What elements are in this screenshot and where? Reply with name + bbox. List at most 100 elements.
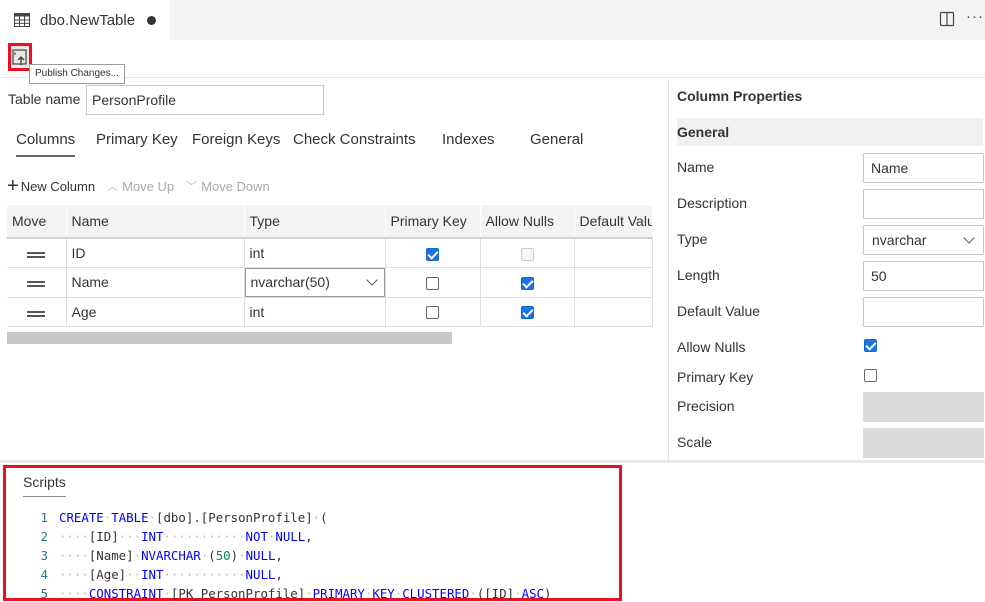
- property-label: Allow Nulls: [677, 339, 746, 355]
- code-line[interactable]: 1 CREATE·TABLE·[dbo].[PersonProfile]·(: [26, 508, 551, 527]
- line-number: 1: [40, 510, 48, 525]
- cell-default[interactable]: [574, 238, 653, 268]
- line-number: 2: [40, 529, 48, 544]
- code-token: ASC: [521, 586, 544, 601]
- editor-tab[interactable]: dbo.NewTable: [0, 0, 170, 40]
- table-row[interactable]: Name nvarchar(50): [7, 267, 653, 298]
- table-row[interactable]: ID int: [7, 238, 653, 268]
- drag-handle-icon[interactable]: [27, 310, 46, 317]
- tab-check-constraints[interactable]: Check Constraints: [293, 131, 416, 157]
- move-down-button[interactable]: ﹀ Move Down: [186, 178, 270, 194]
- code-token: NVARCHAR: [141, 548, 201, 563]
- more-actions-icon[interactable]: ···: [966, 8, 984, 25]
- tab-foreign-keys[interactable]: Foreign Keys: [192, 131, 280, 157]
- properties-group-header[interactable]: General: [677, 118, 983, 146]
- allow-nulls-checkbox: [520, 247, 534, 261]
- table-row[interactable]: Age int: [7, 297, 653, 327]
- code-token: [Age]: [88, 567, 127, 582]
- horizontal-scrollbar[interactable]: [7, 332, 452, 344]
- new-column-button[interactable]: + New Column: [7, 176, 95, 196]
- chevron-down-icon: ﹀: [186, 181, 198, 193]
- property-label: Description: [677, 195, 748, 211]
- code-line[interactable]: 2 ····[ID]···INT···········NOT·NULL,: [26, 527, 551, 546]
- code-token: NULL: [245, 567, 276, 582]
- whitespace-marker: ·: [469, 586, 477, 601]
- move-down-label: Move Down: [201, 178, 270, 194]
- cell-type[interactable]: int: [244, 297, 386, 327]
- drag-handle-icon[interactable]: [27, 281, 46, 287]
- primary-key-checkbox[interactable]: [426, 247, 439, 261]
- whitespace-marker: ·: [514, 586, 522, 601]
- code-token: [ID]: [88, 529, 119, 544]
- code-token: (: [208, 548, 216, 563]
- tab-columns[interactable]: Columns: [16, 131, 76, 157]
- property-allow-nulls: Allow Nulls: [677, 333, 983, 365]
- property-default-value-input[interactable]: [863, 297, 984, 327]
- designer-tabs: Columns Primary Key Foreign Keys Check C…: [0, 131, 668, 161]
- split-editor-icon[interactable]: [939, 11, 955, 27]
- chevron-down-icon: [365, 274, 378, 286]
- grid-header-row: Move Name Type Primary Key Allow Nulls D…: [7, 205, 653, 239]
- tab-indexes[interactable]: Indexes: [442, 131, 495, 157]
- code-token: NULL: [245, 548, 276, 563]
- code-token: ([ID]: [476, 586, 515, 601]
- unsaved-indicator-icon[interactable]: [147, 15, 157, 25]
- code-line[interactable]: 3 ····[Name]·NVARCHAR·(50)·NULL,: [26, 546, 551, 565]
- property-label: Name: [677, 159, 715, 175]
- script-editor[interactable]: 1 CREATE·TABLE·[dbo].[PersonProfile]·(2 ··…: [26, 508, 552, 602]
- property-type-dropdown[interactable]: nvarchar: [863, 225, 984, 255]
- property-allow-nulls-checkbox[interactable]: [864, 339, 877, 352]
- primary-key-checkbox[interactable]: [426, 306, 439, 320]
- code-token: KEY: [372, 586, 395, 601]
- code-token: CONSTRAINT: [88, 586, 164, 601]
- property-name-input[interactable]: [863, 153, 984, 183]
- cell-name[interactable]: Age: [66, 297, 245, 327]
- whitespace-marker: ···········: [163, 529, 246, 544]
- cell-type[interactable]: int: [244, 238, 386, 268]
- property-description-input[interactable]: [863, 189, 984, 219]
- header-default-value: Default Valu: [574, 205, 653, 239]
- whitespace-marker: ····: [59, 586, 89, 601]
- drag-handle-icon[interactable]: [27, 251, 46, 258]
- cell-name[interactable]: ID: [66, 238, 245, 268]
- cell-default[interactable]: [574, 267, 653, 298]
- cell-name[interactable]: Name: [66, 267, 245, 298]
- header-move: Move: [7, 205, 67, 239]
- type-dropdown[interactable]: nvarchar(50): [244, 267, 385, 297]
- tab-general[interactable]: General: [530, 131, 583, 157]
- columns-grid: Move Name Type Primary Key Allow Nulls D…: [7, 205, 653, 327]
- whitespace-marker: ·: [133, 548, 142, 563]
- cell-default[interactable]: [574, 297, 653, 327]
- properties-title: Column Properties: [677, 88, 803, 104]
- header-type: Type: [244, 205, 386, 239]
- allow-nulls-checkbox[interactable]: [520, 306, 534, 320]
- property-length: Length: [677, 261, 984, 293]
- whitespace-marker: ·: [305, 586, 313, 601]
- tab-primary-key[interactable]: Primary Key: [96, 131, 178, 157]
- code-token: ,: [275, 567, 283, 582]
- whitespace-marker: ···: [118, 529, 142, 544]
- property-scale: Scale: [677, 428, 984, 460]
- code-token: [PK_PersonProfile]: [170, 586, 306, 601]
- code-token: CREATE: [59, 510, 104, 525]
- pane-splitter[interactable]: [0, 460, 985, 463]
- line-number: 4: [40, 567, 48, 582]
- scripts-title: Scripts: [23, 474, 66, 497]
- property-primary-key-checkbox[interactable]: [864, 369, 877, 382]
- allow-nulls-checkbox[interactable]: [520, 276, 534, 290]
- code-token: PRIMARY: [312, 586, 365, 601]
- chevron-up-icon: ︿: [107, 181, 119, 193]
- header-allow-nulls: Allow Nulls: [480, 205, 575, 239]
- code-token: [dbo].[PersonProfile]: [156, 510, 313, 525]
- code-token: ): [544, 586, 552, 601]
- code-line[interactable]: 5 ····CONSTRAINT·[PK_PersonProfile]·PRIMA…: [26, 584, 552, 602]
- property-length-input[interactable]: [863, 261, 984, 291]
- property-name: Name: [677, 153, 984, 185]
- property-precision-input: [863, 392, 984, 422]
- property-type-value: nvarchar: [872, 232, 927, 248]
- primary-key-checkbox[interactable]: [426, 276, 439, 290]
- code-line[interactable]: 4 ····[Age]··INT···········NULL,: [26, 565, 551, 584]
- table-name-input[interactable]: [86, 85, 324, 115]
- type-dropdown-value: nvarchar(50): [250, 274, 330, 290]
- move-up-button[interactable]: ︿ Move Up: [107, 178, 174, 194]
